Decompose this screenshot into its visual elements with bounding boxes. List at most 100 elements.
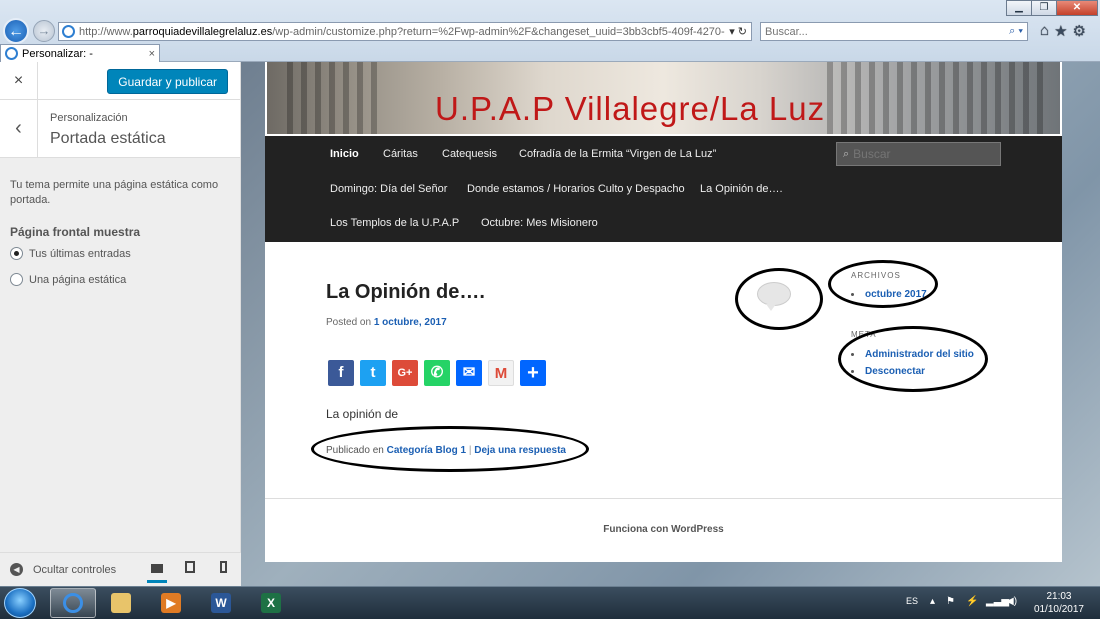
language-indicator[interactable]: ES xyxy=(906,596,918,606)
reply-link[interactable]: Deja una respuesta xyxy=(474,445,566,456)
minimize-icon[interactable]: ▁ xyxy=(1006,0,1032,16)
flag-icon[interactable]: ⚑ xyxy=(946,596,955,607)
nav-item-catequesis[interactable]: Catequesis xyxy=(442,148,497,160)
search-icon[interactable]: ⌕ ▾ xyxy=(1005,25,1027,38)
hide-controls-button[interactable]: ◀ Ocultar controles xyxy=(10,563,116,576)
taskbar-media[interactable]: ▶ xyxy=(148,588,194,618)
tablet-preview-icon[interactable] xyxy=(180,559,200,579)
section-title: Portada estática xyxy=(50,130,166,147)
arrow-right-icon: → xyxy=(37,23,51,38)
nav-item-cofradia[interactable]: Cofradía de la Ermita “Virgen de La Luz” xyxy=(519,148,716,160)
nav-item-la-opinion[interactable]: La Opinión de…. xyxy=(700,183,783,195)
hide-controls-label: Ocultar controles xyxy=(33,563,117,576)
radio-unchecked-icon[interactable] xyxy=(10,273,23,286)
nav-item-templos[interactable]: Los Templos de la U.P.A.P xyxy=(330,217,459,229)
dropdown-icon[interactable]: ▾ xyxy=(729,26,735,38)
collapse-arrow-icon: ◀ xyxy=(10,563,23,576)
site-admin-link[interactable]: Administrador del sitio xyxy=(865,349,974,360)
logout-link[interactable]: Desconectar xyxy=(865,366,925,377)
list-item: octubre 2017 xyxy=(851,289,927,300)
site-page: U.P.A.P Villalegre/La Luz Inicio Cáritas… xyxy=(265,62,1062,562)
radio-label: Tus últimas entradas xyxy=(29,247,131,260)
whatsapp-icon[interactable]: ✆ xyxy=(424,360,450,386)
url-text[interactable]: http://www.parroquiadevillalegrelaluz.es… xyxy=(79,26,725,38)
clock-date: 01/10/2017 xyxy=(1033,604,1084,615)
nav-item-octubre[interactable]: Octubre: Mes Misionero xyxy=(481,217,598,229)
browser-search-input[interactable] xyxy=(765,25,1006,38)
desktop-preview-icon[interactable] xyxy=(147,559,167,583)
back-chevron-icon[interactable]: ‹ xyxy=(0,100,38,158)
excel-icon: X xyxy=(261,593,281,613)
category-link[interactable]: Categoría Blog 1 xyxy=(387,445,466,456)
window-controls: ▁ ❐ ✕ xyxy=(1006,0,1098,16)
site-preview: U.P.A.P Villalegre/La Luz Inicio Cáritas… xyxy=(241,62,1100,586)
restore-icon[interactable]: ❐ xyxy=(1031,0,1057,16)
tab-title: Personalizar: - xyxy=(22,47,93,60)
customizer-panel: × Guardar y publicar ‹ Personalización P… xyxy=(0,62,241,586)
site-search[interactable]: ⌕ xyxy=(836,142,1001,166)
radio-latest-posts[interactable]: Tus últimas entradas xyxy=(10,247,131,260)
browser-search[interactable]: ⌕ ▾ xyxy=(760,22,1028,41)
window-close-icon[interactable]: ✕ xyxy=(1056,0,1098,16)
post-title[interactable]: La Opinión de…. xyxy=(326,281,485,304)
comment-bubble-icon[interactable] xyxy=(757,282,791,311)
home-icon[interactable]: ⌂ xyxy=(1040,22,1049,40)
front-page-label: Página frontal muestra xyxy=(10,225,141,239)
taskbar-excel[interactable]: X xyxy=(248,588,294,618)
post-content: La opinión de xyxy=(326,407,399,421)
address-tools: ▾ ↻ xyxy=(725,25,751,38)
powered-by[interactable]: Funciona con WordPress xyxy=(265,524,1062,535)
nav-item-domingo[interactable]: Domingo: Día del Señor xyxy=(330,183,447,195)
email-icon[interactable]: ✉ xyxy=(456,360,482,386)
meta-widget-title: META xyxy=(851,330,877,339)
volume-icon[interactable]: ◀) xyxy=(1006,596,1017,607)
gmail-icon[interactable]: M xyxy=(488,360,514,386)
url-path: /wp-admin/customize.php?return=%2Fwp-adm… xyxy=(272,25,725,38)
forward-button[interactable]: → xyxy=(33,20,55,42)
gear-icon[interactable]: ⚙ xyxy=(1073,22,1086,40)
browser-tab[interactable]: Personalizar: - × xyxy=(0,44,160,62)
close-icon[interactable]: × xyxy=(0,62,38,100)
start-button[interactable] xyxy=(4,588,36,618)
tray-up-arrow-icon[interactable]: ▴ xyxy=(930,596,935,607)
clock-time: 21:03 xyxy=(1046,591,1072,602)
power-icon[interactable]: ⚡ xyxy=(966,596,978,607)
refresh-icon[interactable]: ↻ xyxy=(738,26,747,38)
nav-item-caritas[interactable]: Cáritas xyxy=(383,148,418,160)
favorites-star-icon[interactable]: ★ xyxy=(1054,22,1067,40)
taskbar-explorer[interactable] xyxy=(98,588,144,618)
nav-item-donde-estamos[interactable]: Donde estamos / Horarios Culto y Despach… xyxy=(467,183,685,195)
google-plus-icon[interactable]: G+ xyxy=(392,360,418,386)
site-title[interactable]: U.P.A.P Villalegre/La Luz xyxy=(435,90,825,128)
address-bar[interactable]: http://www.parroquiadevillalegrelaluz.es… xyxy=(58,22,752,41)
radio-checked-icon[interactable] xyxy=(10,247,23,260)
published-in-label: Publicado en xyxy=(326,445,384,456)
header-image: U.P.A.P Villalegre/La Luz xyxy=(267,62,1060,134)
facebook-icon[interactable]: f xyxy=(328,360,354,386)
folder-icon xyxy=(111,593,131,613)
section-header: ‹ Personalización Portada estática xyxy=(0,100,240,158)
back-button[interactable]: ← xyxy=(3,18,29,44)
site-search-input[interactable] xyxy=(853,147,984,161)
tab-close-icon[interactable]: × xyxy=(149,48,155,60)
archive-link[interactable]: octubre 2017 xyxy=(865,289,927,300)
browser-chrome: ▁ ❐ ✕ ← → http://www.parroquiadevillaleg… xyxy=(0,0,1100,62)
archives-widget-title: ARCHIVOS xyxy=(851,271,901,280)
site-footer: Funciona con WordPress xyxy=(265,498,1062,562)
radio-static-page[interactable]: Una página estática xyxy=(10,273,126,286)
clock[interactable]: 21:03 01/10/2017 xyxy=(1034,590,1084,616)
header-photo-detail xyxy=(827,62,1047,134)
post-date-link[interactable]: 1 octubre, 2017 xyxy=(374,317,447,328)
meta-list: Administrador del sitio Desconectar xyxy=(851,349,974,383)
list-item: Desconectar xyxy=(851,366,974,377)
archives-list: octubre 2017 xyxy=(851,289,927,306)
nav-item-inicio[interactable]: Inicio xyxy=(330,148,359,160)
twitter-icon[interactable]: t xyxy=(360,360,386,386)
taskbar-ie[interactable] xyxy=(50,588,96,618)
taskbar-word[interactable]: W xyxy=(198,588,244,618)
browser-toolbar-icons: ⌂ ★ ⚙ xyxy=(1040,22,1086,40)
arrow-left-icon: ← xyxy=(8,23,24,40)
share-plus-icon[interactable]: + xyxy=(520,360,546,386)
publish-button[interactable]: Guardar y publicar xyxy=(107,69,228,94)
mobile-preview-icon[interactable] xyxy=(213,559,233,579)
